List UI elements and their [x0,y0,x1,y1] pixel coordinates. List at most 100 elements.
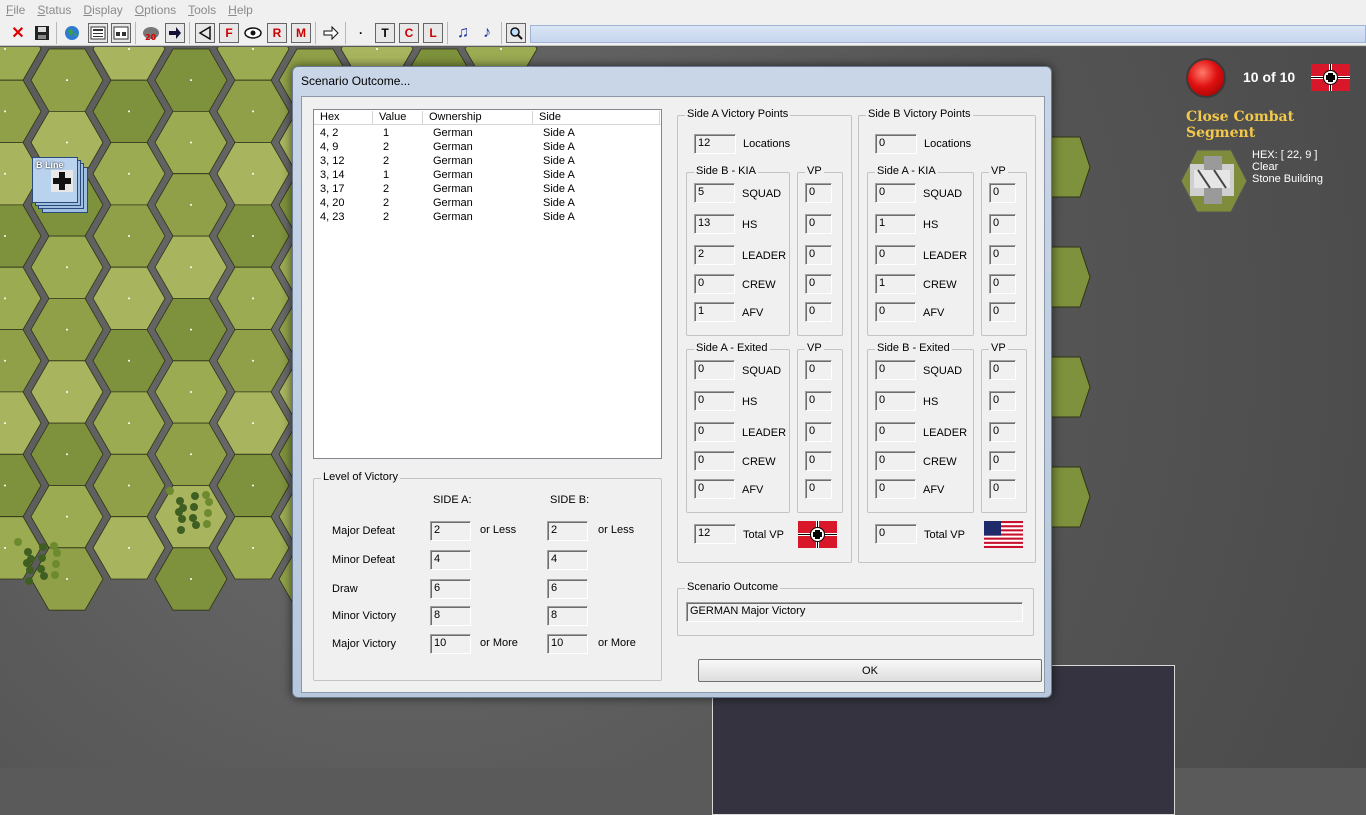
text-button[interactable]: T [375,23,395,43]
hex-center-dot [4,422,6,425]
scenario-outcome-title: Scenario Outcome [685,581,781,593]
hex-tile[interactable] [1049,356,1091,418]
counter-top: B Line [32,157,78,203]
menu-file[interactable]: File [0,3,31,17]
side-a-threshold-field[interactable]: 10 [430,634,471,654]
hex-tile[interactable] [92,47,166,81]
table-row[interactable]: 3, 12 2 German Side A [314,155,661,169]
vp-field: 0 [989,391,1016,411]
table-cell: Side A [543,197,575,209]
globe-icon[interactable] [62,23,82,43]
hex-tile[interactable] [216,47,290,81]
col-side[interactable]: Side [533,111,660,125]
table-row[interactable]: 4, 9 2 German Side A [314,141,661,155]
hex-center-dot [4,235,6,238]
vp-field: 0 [805,214,832,234]
german-flag-icon [1311,64,1350,91]
side-b-threshold-field[interactable]: 8 [547,606,588,626]
tree-icon [189,514,197,522]
col-hex[interactable]: Hex [314,111,373,125]
hex-center-dot [66,328,68,331]
rout-button[interactable]: R [267,23,287,43]
panel2-icon[interactable] [111,23,131,43]
hex-center-dot [66,79,68,82]
hex-tile[interactable] [0,391,42,455]
music2-icon[interactable]: ♪ [477,23,497,43]
side-b-exited-group: Side B - Exited 0 SQUAD 0 HS 0 LEADER 0 CREW 0 AF… [867,342,974,513]
table-cell: 1 [383,127,390,139]
arrow-right-icon[interactable] [165,23,185,43]
col-ownership[interactable]: Ownership [423,111,533,125]
side-b-threshold-field[interactable]: 4 [547,550,588,570]
vp-field: 0 [989,479,1016,499]
panel-icon[interactable] [88,23,108,43]
table-row[interactable]: 3, 14 1 German Side A [314,169,661,183]
unit-type-label: HS [742,396,758,408]
table-row[interactable]: 3, 17 2 German Side A [314,183,661,197]
ok-button[interactable]: OK [698,659,1042,682]
col-value[interactable]: Value [373,111,423,125]
side-a-threshold-field[interactable]: 2 [430,521,471,541]
side-b-threshold-field[interactable]: 10 [547,634,588,654]
menu-display[interactable]: Display [77,3,128,17]
hex-tile[interactable] [1049,136,1091,198]
triangle-left-icon[interactable] [195,23,215,43]
hex-tile[interactable] [0,266,42,331]
menu-tools[interactable]: Tools [182,3,222,17]
side-a-threshold-field[interactable]: 6 [430,579,471,599]
hex-tile[interactable] [1049,246,1091,308]
count-field: 1 [694,302,735,322]
side-a-threshold-field[interactable]: 4 [430,550,471,570]
music-icon[interactable]: ♫ [453,23,473,43]
tree-icon [177,526,185,534]
dot-icon[interactable]: · [351,23,371,43]
fire-button[interactable]: F [219,23,239,43]
side-b-kia-vp-group: VP 0 0 0 0 0 [981,165,1027,336]
table-cell: 3, 17 [320,183,345,195]
hex-tile[interactable] [0,516,42,580]
tree-icon [191,492,199,500]
unit-counter-stack[interactable]: B Line [32,157,90,215]
menu-status[interactable]: Status [31,3,77,17]
move-button[interactable]: M [291,23,311,43]
zoom-icon[interactable] [506,23,526,43]
side-b-total-label: Total VP [924,529,965,541]
eye-icon[interactable] [243,23,263,43]
table-cell: 2 [383,211,390,223]
table-row[interactable]: 4, 20 2 German Side A [314,197,661,211]
hex-center-dot [252,546,254,549]
dialog-title: Scenario Outcome... [301,74,411,88]
unit-type-label: SQUAD [742,365,782,377]
side-a-threshold-field[interactable]: 8 [430,606,471,626]
close-icon[interactable]: ✕ [8,23,28,43]
table-row[interactable]: 4, 2 1 German Side A [314,127,661,141]
vp-field: 0 [989,214,1016,234]
smoke-icon[interactable]: 20 [141,23,161,43]
c-button[interactable]: C [399,23,419,43]
hex-tile[interactable] [1049,466,1091,528]
hex-tile[interactable] [0,329,42,393]
hex-list[interactable]: Hex Value Ownership Side 4, 2 1 German Side… [313,109,662,459]
side-b-threshold-field[interactable]: 6 [547,579,588,599]
menu-help[interactable]: Help [222,3,259,17]
arrow-outline-icon[interactable] [321,23,341,43]
table-row[interactable]: 4, 23 2 German Side A [314,211,661,225]
status-light-icon[interactable] [1186,58,1226,98]
l-button[interactable]: L [423,23,443,43]
unit-type-label: AFV [923,484,945,496]
menu-options[interactable]: Options [129,3,182,17]
save-icon[interactable] [32,23,52,43]
tree-icon [26,566,34,574]
hex-center-dot [190,266,192,269]
tree-icon [40,572,48,580]
tree-icon [51,571,59,579]
hex-list-header: Hex Value Ownership Side [314,110,661,125]
side-b-threshold-field[interactable]: 2 [547,521,588,541]
unit-type-label: LEADER [742,250,787,262]
hex-tile[interactable] [0,79,42,143]
vp-field: 0 [805,422,832,442]
hex-center-dot [128,48,130,50]
hex-center-dot [66,141,68,144]
hex-center-dot [190,453,192,456]
hex-tile[interactable] [0,453,42,518]
